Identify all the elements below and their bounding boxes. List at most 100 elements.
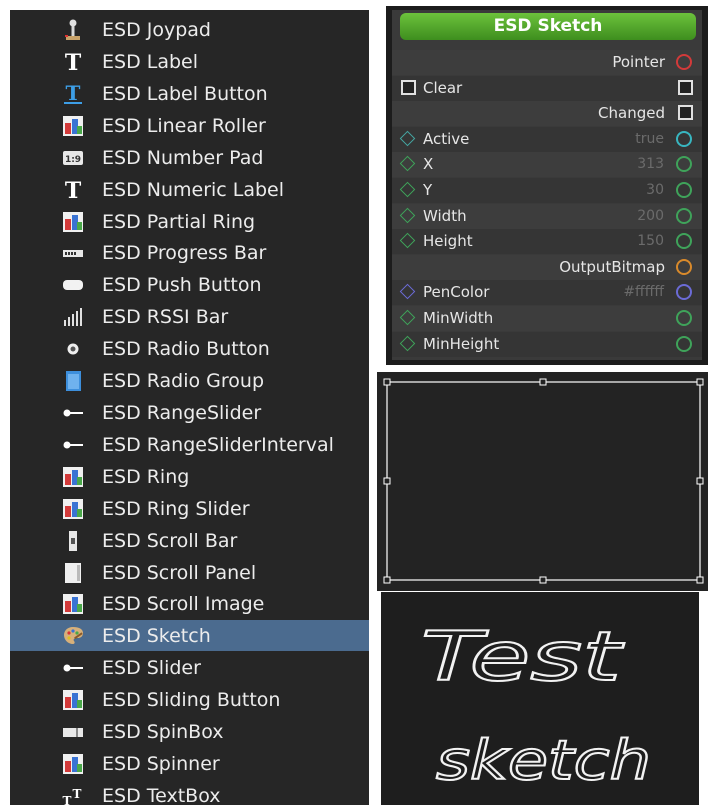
resize-handle[interactable] (539, 378, 547, 386)
input-pin-icon[interactable] (399, 335, 416, 351)
resize-handle[interactable] (383, 378, 391, 386)
list-item-label: ESD Scroll Bar (102, 530, 238, 552)
trigger-output-box[interactable] (678, 105, 693, 121)
input-pin-icon[interactable] (399, 207, 416, 223)
node-pin-row[interactable]: X 313 (392, 152, 702, 178)
list-item[interactable]: ESD Progress Bar (10, 237, 369, 268)
list-item[interactable]: ESD Push Button (10, 269, 369, 300)
sketch-line-test: Test (421, 618, 624, 697)
list-item[interactable]: T ESD Label (10, 46, 369, 77)
list-item[interactable]: T ESD Numeric Label (10, 174, 369, 205)
node-title[interactable]: ESD Sketch (400, 13, 696, 40)
widget-icon (62, 593, 84, 615)
list-item[interactable]: ESD Ring (10, 461, 369, 492)
list-item[interactable]: T T ESD TextBox (10, 780, 369, 805)
signal-bars-icon (62, 306, 84, 328)
resize-handle[interactable] (383, 576, 391, 584)
input-pin-icon[interactable] (399, 232, 416, 249)
list-item-label: ESD Ring Slider (102, 498, 250, 520)
input-pin-icon[interactable] (399, 284, 416, 300)
list-item-label: ESD Ring (102, 466, 190, 488)
radio-group-icon (62, 370, 84, 392)
resize-handle[interactable] (539, 576, 547, 584)
list-item[interactable]: 1:9 ESD Number Pad (10, 142, 369, 173)
widget-icon (62, 211, 84, 233)
list-item-label: ESD Scroll Image (102, 593, 265, 615)
sketch-component-outline[interactable] (386, 381, 701, 581)
node-pin-row[interactable]: Clear (392, 75, 702, 101)
pin-label: MinHeight (423, 334, 500, 353)
node-pin-row[interactable]: Changed (392, 101, 702, 127)
node-pin-row[interactable]: MinHeight (392, 331, 702, 357)
list-item-label: ESD TextBox (102, 785, 221, 805)
output-pin-icon[interactable] (676, 284, 692, 301)
trigger-output-box[interactable] (678, 79, 693, 95)
resize-handle[interactable] (383, 477, 391, 485)
input-pin-icon[interactable] (399, 181, 416, 198)
node-pin-row[interactable]: Pointer (392, 50, 702, 75)
list-item[interactable]: ESD Slider (10, 652, 369, 683)
list-item[interactable]: ESD Radio Group (10, 365, 369, 396)
list-item[interactable]: ESD RSSI Bar (10, 301, 369, 332)
list-item-label: ESD Spinner (102, 753, 220, 775)
progress-bar-icon (62, 242, 84, 264)
pointer-pin-icon[interactable] (676, 54, 692, 70)
list-item-label: ESD RangeSlider (102, 402, 262, 424)
joystick-icon (62, 19, 84, 41)
list-item[interactable]: ESD Sketch (10, 620, 369, 651)
node-pin-row[interactable]: Width 200 (392, 203, 702, 229)
list-item[interactable]: ESD Linear Roller (10, 110, 369, 141)
list-item[interactable]: ESD Scroll Panel (10, 557, 369, 588)
component-list: ESD Joypad T ESD Label T ESD Label Button ESD… (10, 10, 369, 805)
list-item[interactable]: ESD Spinner (10, 748, 369, 779)
node-pin-row[interactable]: Y 30 (392, 178, 702, 203)
widget-icon (62, 753, 84, 775)
output-pin-icon[interactable] (676, 310, 692, 326)
output-pin-icon[interactable] (676, 258, 692, 275)
output-pin-icon[interactable] (676, 130, 692, 147)
list-item[interactable]: ESD Joypad (10, 14, 369, 45)
node-pin-row[interactable]: PenColor #ffffff (392, 280, 702, 306)
list-item[interactable]: ESD Scroll Bar (10, 525, 369, 556)
pin-value: true (635, 130, 664, 147)
pin-value: #ffffff (623, 284, 664, 301)
canvas-preview[interactable] (377, 372, 708, 591)
node-pin-row[interactable]: OutputBitmap (392, 254, 702, 280)
pin-label: Pointer (612, 53, 665, 71)
list-item[interactable]: ESD Ring Slider (10, 493, 369, 524)
list-item-label: ESD RSSI Bar (102, 306, 229, 328)
list-item[interactable]: ESD Radio Button (10, 333, 369, 364)
list-item-label: ESD Radio Group (102, 370, 265, 392)
input-pin-icon[interactable] (399, 309, 416, 326)
input-pin-icon[interactable] (399, 130, 416, 147)
resize-handle[interactable] (696, 576, 704, 584)
list-item-label: ESD Joypad (102, 19, 211, 41)
output-pin-icon[interactable] (676, 156, 692, 173)
output-pin-icon[interactable] (676, 233, 692, 250)
esd-sketch-node[interactable]: ESD Sketch Pointer Clear Changed Active true… (386, 6, 708, 365)
list-item[interactable]: ESD Sliding Button (10, 684, 369, 715)
resize-handle[interactable] (696, 378, 704, 386)
resize-handle[interactable] (696, 477, 704, 485)
list-item[interactable]: ESD Scroll Image (10, 588, 369, 619)
pin-label: Height (423, 232, 473, 251)
slider-icon (62, 657, 84, 679)
list-item[interactable]: T ESD Label Button (10, 78, 369, 109)
node-pin-row[interactable]: Active true (392, 126, 702, 152)
pin-label: MinWidth (423, 309, 494, 327)
input-pin-icon[interactable] (399, 156, 416, 172)
list-item-label: ESD Numeric Label (102, 179, 285, 201)
node-pin-row[interactable]: Height 150 (392, 229, 702, 255)
list-item[interactable]: ESD RangeSliderInterval (10, 429, 369, 460)
sketch-drawing[interactable]: Test sketch (381, 592, 699, 805)
output-pin-icon[interactable] (676, 182, 692, 198)
list-item[interactable]: ESD Partial Ring (10, 206, 369, 237)
list-item[interactable]: ESD RangeSlider (10, 397, 369, 428)
list-item-label: ESD Progress Bar (102, 242, 267, 264)
output-pin-icon[interactable] (676, 207, 692, 224)
output-pin-icon[interactable] (676, 335, 692, 352)
widget-icon (62, 466, 84, 488)
list-item[interactable]: ESD SpinBox (10, 716, 369, 747)
node-pin-row[interactable]: MinWidth (392, 306, 702, 331)
trigger-input-box[interactable] (401, 79, 416, 95)
